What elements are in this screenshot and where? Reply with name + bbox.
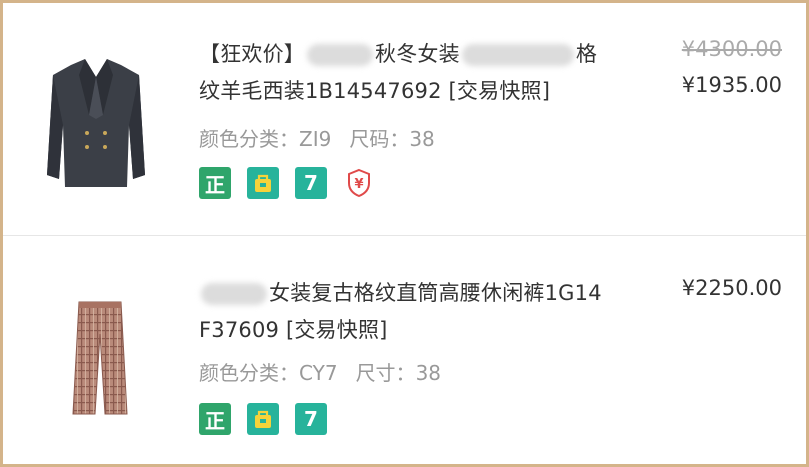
redacted-brand <box>307 44 373 66</box>
sku-color-label: 颜色分类： <box>199 361 299 385</box>
original-price: ¥4300.00 <box>681 37 782 61</box>
authentic-badge-icon[interactable]: 正 <box>199 403 231 435</box>
sale-price: ¥1935.00 <box>681 73 782 97</box>
order-list: 【狂欢价】 秋冬女装格 纹羊毛西装1B14547692 [交易快照] 颜色分类：Z… <box>3 3 806 464</box>
redacted-text <box>461 44 574 66</box>
order-item: 【狂欢价】 秋冬女装 格 纹羊毛西装1B14547692 [交易快照] 颜色分类：Z… <box>3 3 806 235</box>
sku-size-value: 38 <box>409 127 435 151</box>
service-badges: 正 7 <box>199 403 327 435</box>
shield-yen-icon[interactable]: ¥ <box>343 167 375 199</box>
product-title[interactable]: 【狂欢价】 秋冬女装 格 纹羊毛西装1B14547692 [交易快照] <box>199 36 644 110</box>
sku-color-value: ZI9 <box>299 127 332 151</box>
title-line2: F37609 [交易快照] <box>199 318 388 342</box>
seven-day-return-icon[interactable]: 7 <box>295 403 327 435</box>
authentic-badge-icon[interactable]: 正 <box>199 167 231 199</box>
sku-size-value: 38 <box>415 361 442 385</box>
sku-size-label: 尺码： <box>349 127 410 151</box>
sku-info: 颜色分类：ZI9 尺码：38 <box>199 123 435 152</box>
svg-text:¥: ¥ <box>354 177 363 192</box>
seven-day-return-icon[interactable]: 7 <box>295 167 327 199</box>
sku-info: 颜色分类：CY7 尺寸：38 <box>199 357 441 386</box>
product-title[interactable]: 女装复古格纹直筒高腰休闲裤1G14 F37609 [交易快照] <box>199 275 644 349</box>
sale-price: ¥2250.00 <box>681 276 782 300</box>
service-badges: 正 7 ¥ <box>199 167 375 199</box>
sku-size-label: 尺寸： <box>355 361 416 385</box>
redacted-brand <box>201 283 267 305</box>
price-block: ¥4300.00 ¥1935.00 <box>682 33 782 105</box>
title-mid: 秋冬女装 <box>375 42 460 66</box>
product-image-trousers[interactable] <box>65 298 135 418</box>
title-end: 格 <box>575 42 598 66</box>
price-block: ¥2250.00 <box>682 268 782 308</box>
order-item: 女装复古格纹直筒高腰休闲裤1G14 F37609 [交易快照] 颜色分类：CY7… <box>3 236 806 464</box>
title-line2: 纹羊毛西装1B14547692 [交易快照] <box>199 79 551 103</box>
sku-color-label: 颜色分类： <box>199 127 299 151</box>
title-line1: 女装复古格纹直筒高腰休闲裤1G14 <box>269 281 602 305</box>
bag-icon[interactable] <box>247 403 279 435</box>
bag-icon[interactable] <box>247 167 279 199</box>
product-image-blazer[interactable] <box>41 55 151 195</box>
sku-color-value: CY7 <box>299 361 338 385</box>
title-prefix: 【狂欢价】 <box>199 42 305 66</box>
